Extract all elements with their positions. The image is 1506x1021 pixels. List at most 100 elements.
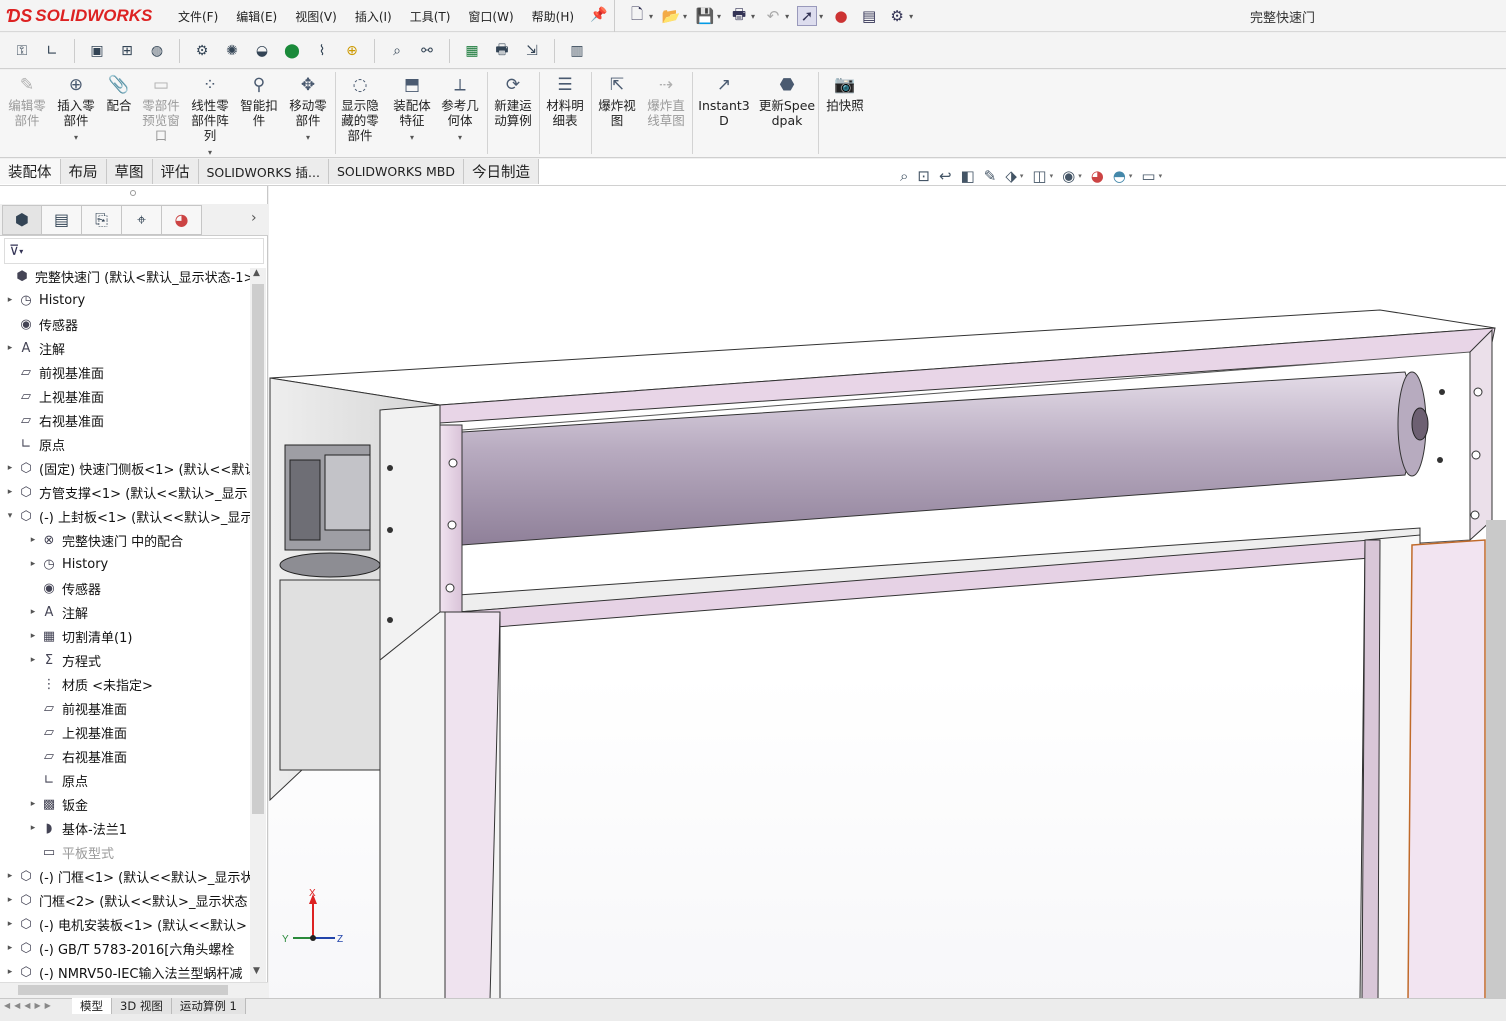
tree-node[interactable]: ▸ Σ 方程式 [27, 648, 250, 672]
solidworks-logo[interactable]: ƊS SOLIDWORKS [6, 2, 156, 30]
tree-node[interactable]: ▸ ⬡ (-) NMRV50-IEC输入法兰型蜗杆减 [4, 960, 250, 984]
report-icon[interactable]: ▥ [565, 39, 589, 63]
ribbon-assembly-features-button[interactable]: ⬒ 装配体特征 ▾ [390, 74, 434, 145]
tree-node[interactable]: ▸ ⬡ 方管支撑<1> (默认<<默认>_显示 [4, 480, 250, 504]
expand-arrow-icon[interactable]: ▸ [4, 895, 16, 905]
tree-node[interactable]: ▱ 前视基准面 [27, 696, 250, 720]
menu-item[interactable]: 文件(F) [176, 6, 220, 27]
chevron-right-icon[interactable]: › [251, 210, 257, 226]
dimxpert-manager-icon[interactable]: ⌖ [122, 204, 162, 235]
new-document-icon[interactable]: 🗋 [627, 5, 647, 26]
ribbon-component-preview-button[interactable]: ▭ 零部件预览窗口 [140, 74, 182, 143]
tree-node[interactable]: ▸ ⬡ 门框<2> (默认<<默认>_显示状态 [4, 888, 250, 912]
menu-item[interactable]: 编辑(E) [234, 6, 279, 27]
ribbon-edit-component-button[interactable]: ✎ 编辑零部件 [6, 74, 48, 128]
tree-node[interactable]: ▸ A 注解 [27, 600, 250, 624]
menu-item[interactable]: 视图(V) [293, 6, 339, 27]
tree-node[interactable]: ▸ ◗ 基体-法兰1 [27, 816, 250, 840]
expand-arrow-icon[interactable]: ▸ [4, 343, 16, 353]
chevron-down-icon[interactable]: ▾ [390, 130, 434, 145]
tree-filter[interactable]: ⊽ ▾ [4, 238, 264, 264]
expand-arrow-icon[interactable]: ▸ [4, 943, 16, 953]
assembly-model-render[interactable] [269, 186, 1506, 1000]
excel-icon[interactable]: ▦ [460, 39, 484, 63]
chevron-down-icon[interactable]: ▾ [19, 247, 23, 256]
command-tab[interactable]: 今日制造 [464, 159, 539, 184]
print-icon[interactable]: 🖶 [729, 5, 749, 26]
ribbon-mate-button[interactable]: 📎 配合 [102, 74, 136, 113]
expand-arrow-icon[interactable]: ▸ [27, 559, 39, 569]
tree-node[interactable]: ▸ ⬡ (-) 电机安装板<1> (默认<<默认> [4, 912, 250, 936]
hierarchy-icon[interactable]: ⊞ [115, 39, 139, 63]
file-properties-icon[interactable]: ▤ [859, 6, 879, 26]
open-icon[interactable]: 📂 [661, 6, 681, 26]
spring-icon[interactable]: ⌇ [310, 39, 334, 63]
ribbon-show-hidden-button[interactable]: ◌ 显示隐藏的零部件 [338, 74, 382, 143]
tree-node[interactable]: ▱ 上视基准面 [4, 384, 250, 408]
chevron-down-icon[interactable]: ▾ [683, 12, 687, 21]
apply-scene-icon[interactable]: ◓ [1113, 167, 1126, 185]
motor-housing[interactable] [279, 579, 381, 771]
feature-manager-tree-icon[interactable]: ⬢ [2, 204, 42, 235]
expand-arrow-icon[interactable]: ▸ [4, 967, 16, 977]
key-icon[interactable]: ⚿ [10, 39, 34, 63]
chevron-down-icon[interactable]: ▾ [438, 130, 482, 145]
tree-node[interactable]: ⬢ 完整快速门 (默认<默认_显示状态-1>) [0, 264, 250, 288]
tree-node[interactable]: ▸ ▩ 钣金 [27, 792, 250, 816]
tree-node[interactable]: ▾ ⬡ (-) 上封板<1> (默认<<默认>_显示 [4, 504, 250, 528]
pin-icon[interactable]: 📌 [590, 7, 607, 23]
bottom-tab[interactable]: 3D 视图 [112, 998, 172, 1014]
select-icon[interactable]: ➚ [797, 6, 818, 26]
previous-view-icon[interactable]: ↩ [939, 167, 952, 185]
chevron-down-icon[interactable]: ▾ [717, 12, 721, 21]
ribbon-speedpak-button[interactable]: ⬣ 更新Speedpak [758, 74, 816, 128]
chevron-down-icon[interactable]: ▾ [286, 130, 330, 145]
monitor-icon[interactable]: ▣ [85, 39, 109, 63]
gear-icon[interactable]: ⚙ [190, 39, 214, 63]
tree-node[interactable]: ▱ 右视基准面 [27, 744, 250, 768]
expand-arrow-icon[interactable]: ▸ [27, 799, 39, 809]
expand-arrow-icon[interactable]: ▸ [27, 535, 39, 545]
bolt-icon[interactable]: ⊕ [340, 39, 364, 63]
export-icon[interactable]: ⇲ [520, 39, 544, 63]
ribbon-exploded-view-button[interactable]: ⇱ 爆炸视图 [596, 74, 638, 128]
display-manager-icon[interactable]: ◕ [162, 204, 202, 235]
search-icon[interactable]: ⌕ [385, 39, 409, 63]
chevron-down-icon[interactable]: ▾ [54, 130, 98, 145]
right-side-plate[interactable] [1469, 328, 1493, 542]
view-settings-icon[interactable]: ▭ [1141, 167, 1155, 185]
tree-node[interactable]: ◉ 传感器 [27, 576, 250, 600]
chevron-down-icon[interactable]: ▾ [1159, 172, 1163, 180]
chevron-down-icon[interactable]: ▾ [819, 12, 823, 21]
tab-navigation-arrows[interactable]: ◀◀◀▶▶ [4, 1001, 55, 1010]
chevron-down-icon[interactable]: ▾ [785, 12, 789, 21]
expand-arrow-icon[interactable]: ▸ [4, 487, 16, 497]
chevron-down-icon[interactable]: ▾ [649, 12, 653, 21]
collapse-arrow-icon[interactable]: ▾ [4, 511, 16, 521]
bowl-icon[interactable]: ◒ [250, 39, 274, 63]
ribbon-snapshot-button[interactable]: 📷 拍快照 [822, 74, 868, 113]
ribbon-bom-button[interactable]: ☰ 材料明细表 [542, 74, 588, 128]
edit-appearance-icon[interactable]: ◕ [1091, 167, 1104, 185]
ribbon-insert-component-button[interactable]: ⊕ 插入零部件 ▾ [54, 74, 98, 145]
print-preview-icon[interactable]: 🖶 [490, 39, 514, 63]
ribbon-smart-fasteners-button[interactable]: ⚲ 智能扣件 [238, 74, 280, 128]
ribbon-reference-geometry-button[interactable]: ⟂ 参考几何体 ▾ [438, 74, 482, 145]
tree-node[interactable]: ▸ ⬡ (-) GB/T 5783-2016[六角头螺栓 [4, 936, 250, 960]
undo-icon[interactable]: ↶ [763, 6, 783, 26]
door-curtain[interactable] [1407, 539, 1486, 1000]
view-orientation-icon[interactable]: ⬗ [1005, 167, 1017, 185]
bottom-tab[interactable]: 模型 [72, 998, 112, 1014]
tree-node[interactable]: ▸ ⊗ 完整快速门 中的配合 [27, 528, 250, 552]
expand-arrow-icon[interactable]: ▸ [4, 919, 16, 929]
ribbon-explode-line-sketch-button[interactable]: ⇢ 爆炸直线草图 [644, 74, 688, 128]
ribbon-new-motion-study-button[interactable]: ⟳ 新建运动算例 [490, 74, 536, 128]
ribbon-linear-pattern-button[interactable]: ⁘ 线性零部件阵列 ▾ [188, 74, 232, 160]
expand-arrow-icon[interactable]: ▸ [4, 871, 16, 881]
chevron-down-icon[interactable]: ▾ [1020, 172, 1024, 180]
dynamic-annotation-icon[interactable]: ✎ [984, 167, 997, 185]
ribbon-move-component-button[interactable]: ✥ 移动零部件 ▾ [286, 74, 330, 145]
bottom-tab[interactable]: 运动算例 1 [171, 998, 246, 1014]
cog-icon[interactable]: ✺ [220, 39, 244, 63]
expand-arrow-icon[interactable]: ▸ [4, 295, 16, 305]
